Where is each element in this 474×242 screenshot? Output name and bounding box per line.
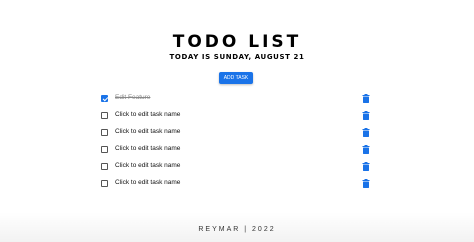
task-checkbox[interactable]: [101, 163, 108, 170]
task-checkbox[interactable]: [101, 112, 108, 119]
page-title: TODO LIST: [172, 32, 302, 52]
task-name[interactable]: Click to edit task name: [115, 145, 180, 152]
date-subtitle: TODAY IS SUNDAY, AUGUST 21: [169, 53, 305, 61]
task-checkbox[interactable]: [101, 95, 108, 102]
task-name[interactable]: Click to edit task name: [115, 128, 180, 135]
task-name[interactable]: Click to edit task name: [115, 111, 180, 118]
trash-icon[interactable]: [362, 128, 370, 137]
task-row: Click to edit task name: [0, 176, 474, 193]
task-name[interactable]: Click to edit task name: [115, 179, 180, 186]
footer-credit: REYMAR | 2022: [198, 226, 276, 233]
trash-icon[interactable]: [362, 145, 370, 154]
trash-icon[interactable]: [362, 94, 370, 103]
task-row: Edit Feature: [0, 91, 474, 108]
task-name[interactable]: Click to edit task name: [115, 162, 180, 169]
task-checkbox[interactable]: [101, 129, 108, 136]
trash-icon[interactable]: [362, 111, 370, 120]
task-row: Click to edit task name: [0, 159, 474, 176]
task-row: Click to edit task name: [0, 108, 474, 125]
trash-icon[interactable]: [362, 179, 370, 188]
task-checkbox[interactable]: [101, 180, 108, 187]
add-task-button[interactable]: ADD TASK: [219, 72, 253, 84]
task-name[interactable]: Edit Feature: [115, 94, 150, 101]
trash-icon[interactable]: [362, 162, 370, 171]
task-row: Click to edit task name: [0, 142, 474, 159]
task-checkbox[interactable]: [101, 146, 108, 153]
task-row: Click to edit task name: [0, 125, 474, 142]
